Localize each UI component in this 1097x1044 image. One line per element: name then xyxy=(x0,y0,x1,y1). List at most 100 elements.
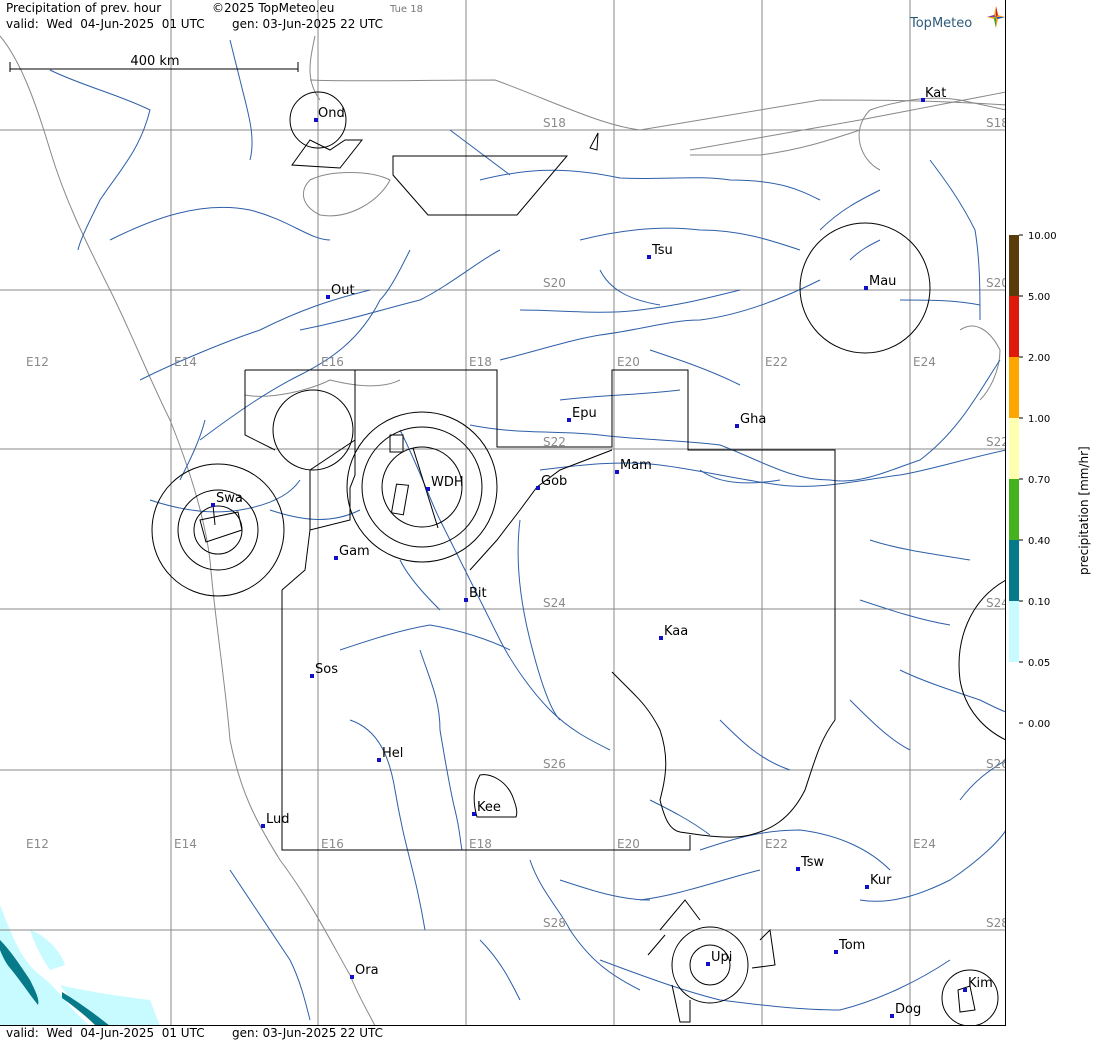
lon-label: E12 xyxy=(26,837,49,851)
lon-label: E24 xyxy=(913,837,936,851)
svg-text:Gam: Gam xyxy=(339,544,370,559)
lat-label: S26 xyxy=(543,757,566,771)
lon-label: E18 xyxy=(469,355,492,369)
lat-label: S18 xyxy=(543,116,566,130)
lat-label: S18 xyxy=(986,116,1006,130)
legend-canvas: 10.00 5.00 2.00 1.00 0.70 0.40 0.10 0.05 0.00 pr… xyxy=(1009,231,1091,730)
svg-text:Tom: Tom xyxy=(838,938,865,953)
city-markers: Ond Kat Out Tsu Mau Epu Gha Mam Gob WDH … xyxy=(211,86,993,1018)
lat-label: S20 xyxy=(986,276,1006,290)
svg-text:Mam: Mam xyxy=(620,458,652,473)
lon-label: E18 xyxy=(469,837,492,851)
tab-label[interactable]: Tue 18 xyxy=(390,3,423,17)
precipitation-area xyxy=(0,905,160,1025)
compass-star-icon xyxy=(987,6,1005,28)
city-kee[interactable]: Kee xyxy=(472,800,501,816)
city-wdh[interactable]: WDH xyxy=(426,475,464,491)
svg-text:Epu: Epu xyxy=(572,406,597,421)
legend-tick-label: 2.00 xyxy=(1028,353,1050,364)
footer-valid-time: valid: Wed 04-Jun-2025 01 UTC xyxy=(6,1026,205,1040)
svg-text:Gob: Gob xyxy=(541,474,567,489)
city-ora[interactable]: Ora xyxy=(350,963,379,979)
city-gha[interactable]: Gha xyxy=(735,412,766,428)
svg-text:Out: Out xyxy=(331,283,355,298)
legend-tick-label: 10.00 xyxy=(1028,231,1057,242)
city-upi[interactable]: Upi xyxy=(706,950,732,966)
lon-label: E22 xyxy=(765,355,788,369)
coastline xyxy=(0,35,1005,1025)
lon-label: E20 xyxy=(617,837,640,851)
legend-tick-label: 0.00 xyxy=(1028,719,1050,730)
topmeteo-logo: TopMeteo xyxy=(910,6,1005,36)
svg-text:Dog: Dog xyxy=(895,1002,921,1017)
map-canvas: 400 km E12 E14 E16 E18 E20 E22 E24 E12 E… xyxy=(0,0,1006,1025)
city-out[interactable]: Out xyxy=(326,283,355,299)
legend-color-band xyxy=(1009,357,1019,418)
legend-color-band xyxy=(1009,235,1019,296)
legend-tick-label: 0.05 xyxy=(1028,658,1050,669)
city-dog[interactable]: Dog xyxy=(890,1002,921,1018)
scale-bar: 400 km xyxy=(9,54,299,72)
generated-time: gen: 03-Jun-2025 22 UTC xyxy=(232,17,384,31)
city-swa[interactable]: Swa xyxy=(211,491,243,507)
map-viewer: 400 km E12 E14 E16 E18 E20 E22 E24 E12 E… xyxy=(0,0,1097,1040)
lon-label: E16 xyxy=(321,355,344,369)
legend-tick-label: 5.00 xyxy=(1028,292,1050,303)
lat-label: S22 xyxy=(543,435,566,449)
precipitation-map[interactable]: 400 km E12 E14 E16 E18 E20 E22 E24 E12 E… xyxy=(0,0,1006,1026)
svg-text:Sos: Sos xyxy=(315,662,338,677)
svg-text:Kaa: Kaa xyxy=(664,624,688,639)
svg-text:Gha: Gha xyxy=(740,412,766,427)
city-bit[interactable]: Bit xyxy=(464,586,487,602)
lon-label: E16 xyxy=(321,837,344,851)
rivers xyxy=(49,39,1005,1021)
lat-label: S28 xyxy=(986,916,1006,930)
copyright: ©2025 TopMeteo.eu xyxy=(212,1,335,15)
svg-text:Hel: Hel xyxy=(382,746,403,761)
city-hel[interactable]: Hel xyxy=(377,746,403,762)
city-tsw[interactable]: Tsw xyxy=(796,855,825,871)
precipitation-legend: 10.00 5.00 2.00 1.00 0.70 0.40 0.10 0.05 0.00 pr… xyxy=(1006,0,1097,1040)
city-sos[interactable]: Sos xyxy=(310,662,338,678)
lon-label: E20 xyxy=(617,355,640,369)
city-mam[interactable]: Mam xyxy=(615,458,652,474)
city-kur[interactable]: Kur xyxy=(865,873,892,889)
city-ond[interactable]: Ond xyxy=(314,106,345,122)
lat-label: S24 xyxy=(986,596,1006,610)
legend-color-band xyxy=(1009,479,1019,540)
svg-text:Mau: Mau xyxy=(869,274,896,289)
legend-tick-label: 1.00 xyxy=(1028,414,1050,425)
city-epu[interactable]: Epu xyxy=(567,406,597,422)
lat-lon-grid xyxy=(0,0,1005,1025)
legend-title: precipitation [mm/hr] xyxy=(1077,446,1091,575)
svg-text:Swa: Swa xyxy=(216,491,243,506)
lon-label: E14 xyxy=(174,837,197,851)
footer-generated-time: gen: 03-Jun-2025 22 UTC xyxy=(232,1026,384,1040)
svg-text:Lud: Lud xyxy=(266,812,290,827)
lat-label: S28 xyxy=(543,916,566,930)
city-kaa[interactable]: Kaa xyxy=(659,624,688,640)
city-gob[interactable]: Gob xyxy=(536,474,567,490)
legend-color-band xyxy=(1009,540,1019,601)
lat-label: S26 xyxy=(986,757,1006,771)
svg-text:Tsw: Tsw xyxy=(800,855,825,870)
city-lud[interactable]: Lud xyxy=(261,812,290,828)
svg-text:Upi: Upi xyxy=(711,950,732,965)
lon-label: E24 xyxy=(913,355,936,369)
map-title: Precipitation of prev. hour xyxy=(6,1,162,15)
valid-time: valid: Wed 04-Jun-2025 01 UTC xyxy=(6,17,205,31)
svg-text:Ond: Ond xyxy=(318,106,345,121)
legend-color-band xyxy=(1009,601,1019,662)
city-tsu[interactable]: Tsu xyxy=(647,243,673,259)
scale-label: 400 km xyxy=(130,54,179,69)
city-mau[interactable]: Mau xyxy=(864,274,896,290)
lat-label: S24 xyxy=(543,596,566,610)
city-kim[interactable]: Kim xyxy=(963,976,993,992)
legend-color-band xyxy=(1009,418,1019,479)
city-gam[interactable]: Gam xyxy=(334,544,370,560)
svg-text:Kim: Kim xyxy=(968,976,993,991)
city-kat[interactable]: Kat xyxy=(921,86,946,102)
lat-label: S22 xyxy=(986,435,1006,449)
svg-text:Tsu: Tsu xyxy=(651,243,673,258)
city-tom[interactable]: Tom xyxy=(834,938,865,954)
